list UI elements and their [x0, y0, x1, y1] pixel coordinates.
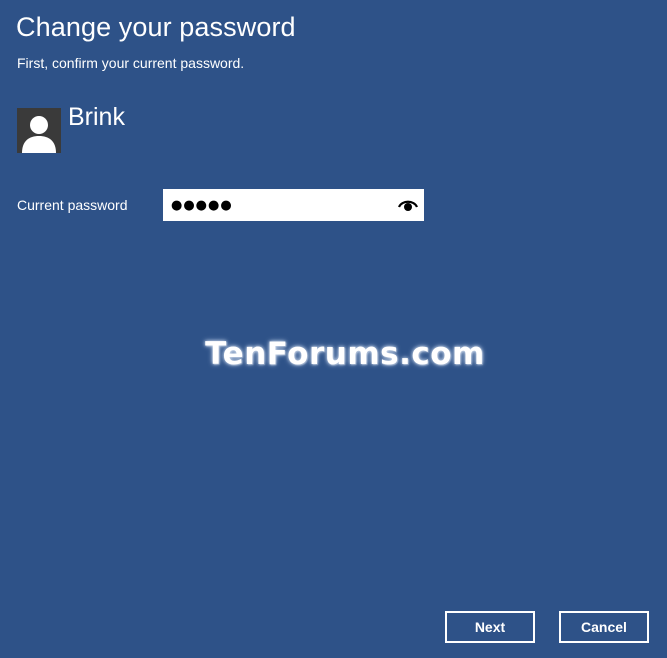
current-password-label: Current password — [17, 197, 128, 213]
user-silhouette-icon — [17, 108, 61, 153]
page-subtitle: First, confirm your current password. — [17, 55, 245, 71]
avatar — [17, 108, 61, 153]
account-username: Brink — [68, 103, 125, 131]
eye-icon — [397, 200, 419, 211]
reveal-password-button[interactable] — [396, 194, 420, 216]
watermark-text: TenForums.com — [205, 336, 485, 372]
next-button[interactable]: Next — [445, 611, 535, 643]
current-password-box — [163, 189, 424, 221]
current-password-input[interactable] — [163, 189, 391, 221]
page-title: Change your password — [16, 12, 296, 42]
cancel-button[interactable]: Cancel — [559, 611, 649, 643]
